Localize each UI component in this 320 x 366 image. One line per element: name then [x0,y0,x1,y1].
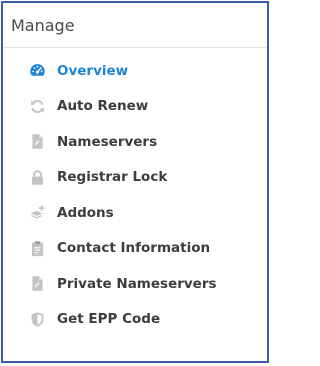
dashboard-gauge-icon [28,62,46,80]
file-icon [28,275,46,293]
menu-item-label: Nameservers [57,133,158,150]
panel-title: Manage [3,3,267,48]
manage-panel: Manage Overview Auto Renew Nameservers R… [1,1,269,363]
menu-item-get-epp-code[interactable]: Get EPP Code [3,302,267,338]
file-icon [28,133,46,151]
menu-item-label: Contact Information [57,240,211,257]
menu-item-registrar-lock[interactable]: Registrar Lock [3,160,267,196]
refresh-icon [28,97,46,115]
menu-item-auto-renew[interactable]: Auto Renew [3,89,267,125]
menu-item-private-nameservers[interactable]: Private Nameservers [3,266,267,302]
menu-item-label: Auto Renew [57,98,149,115]
menu-item-nameservers[interactable]: Nameservers [3,124,267,160]
menu-item-label: Get EPP Code [57,311,161,328]
lock-icon [28,168,46,186]
menu-item-label: Private Nameservers [57,275,217,292]
menu-item-overview[interactable]: Overview [3,53,267,89]
clipboard-icon [28,239,46,257]
menu-item-addons[interactable]: Addons [3,195,267,231]
menu-item-label: Registrar Lock [57,169,168,186]
menu-item-label: Overview [57,62,129,79]
menu-item-contact-information[interactable]: Contact Information [3,231,267,267]
layers-plus-icon [28,204,46,222]
manage-menu: Overview Auto Renew Nameservers Registra… [3,53,267,337]
shield-icon [28,310,46,328]
menu-item-label: Addons [57,204,114,221]
